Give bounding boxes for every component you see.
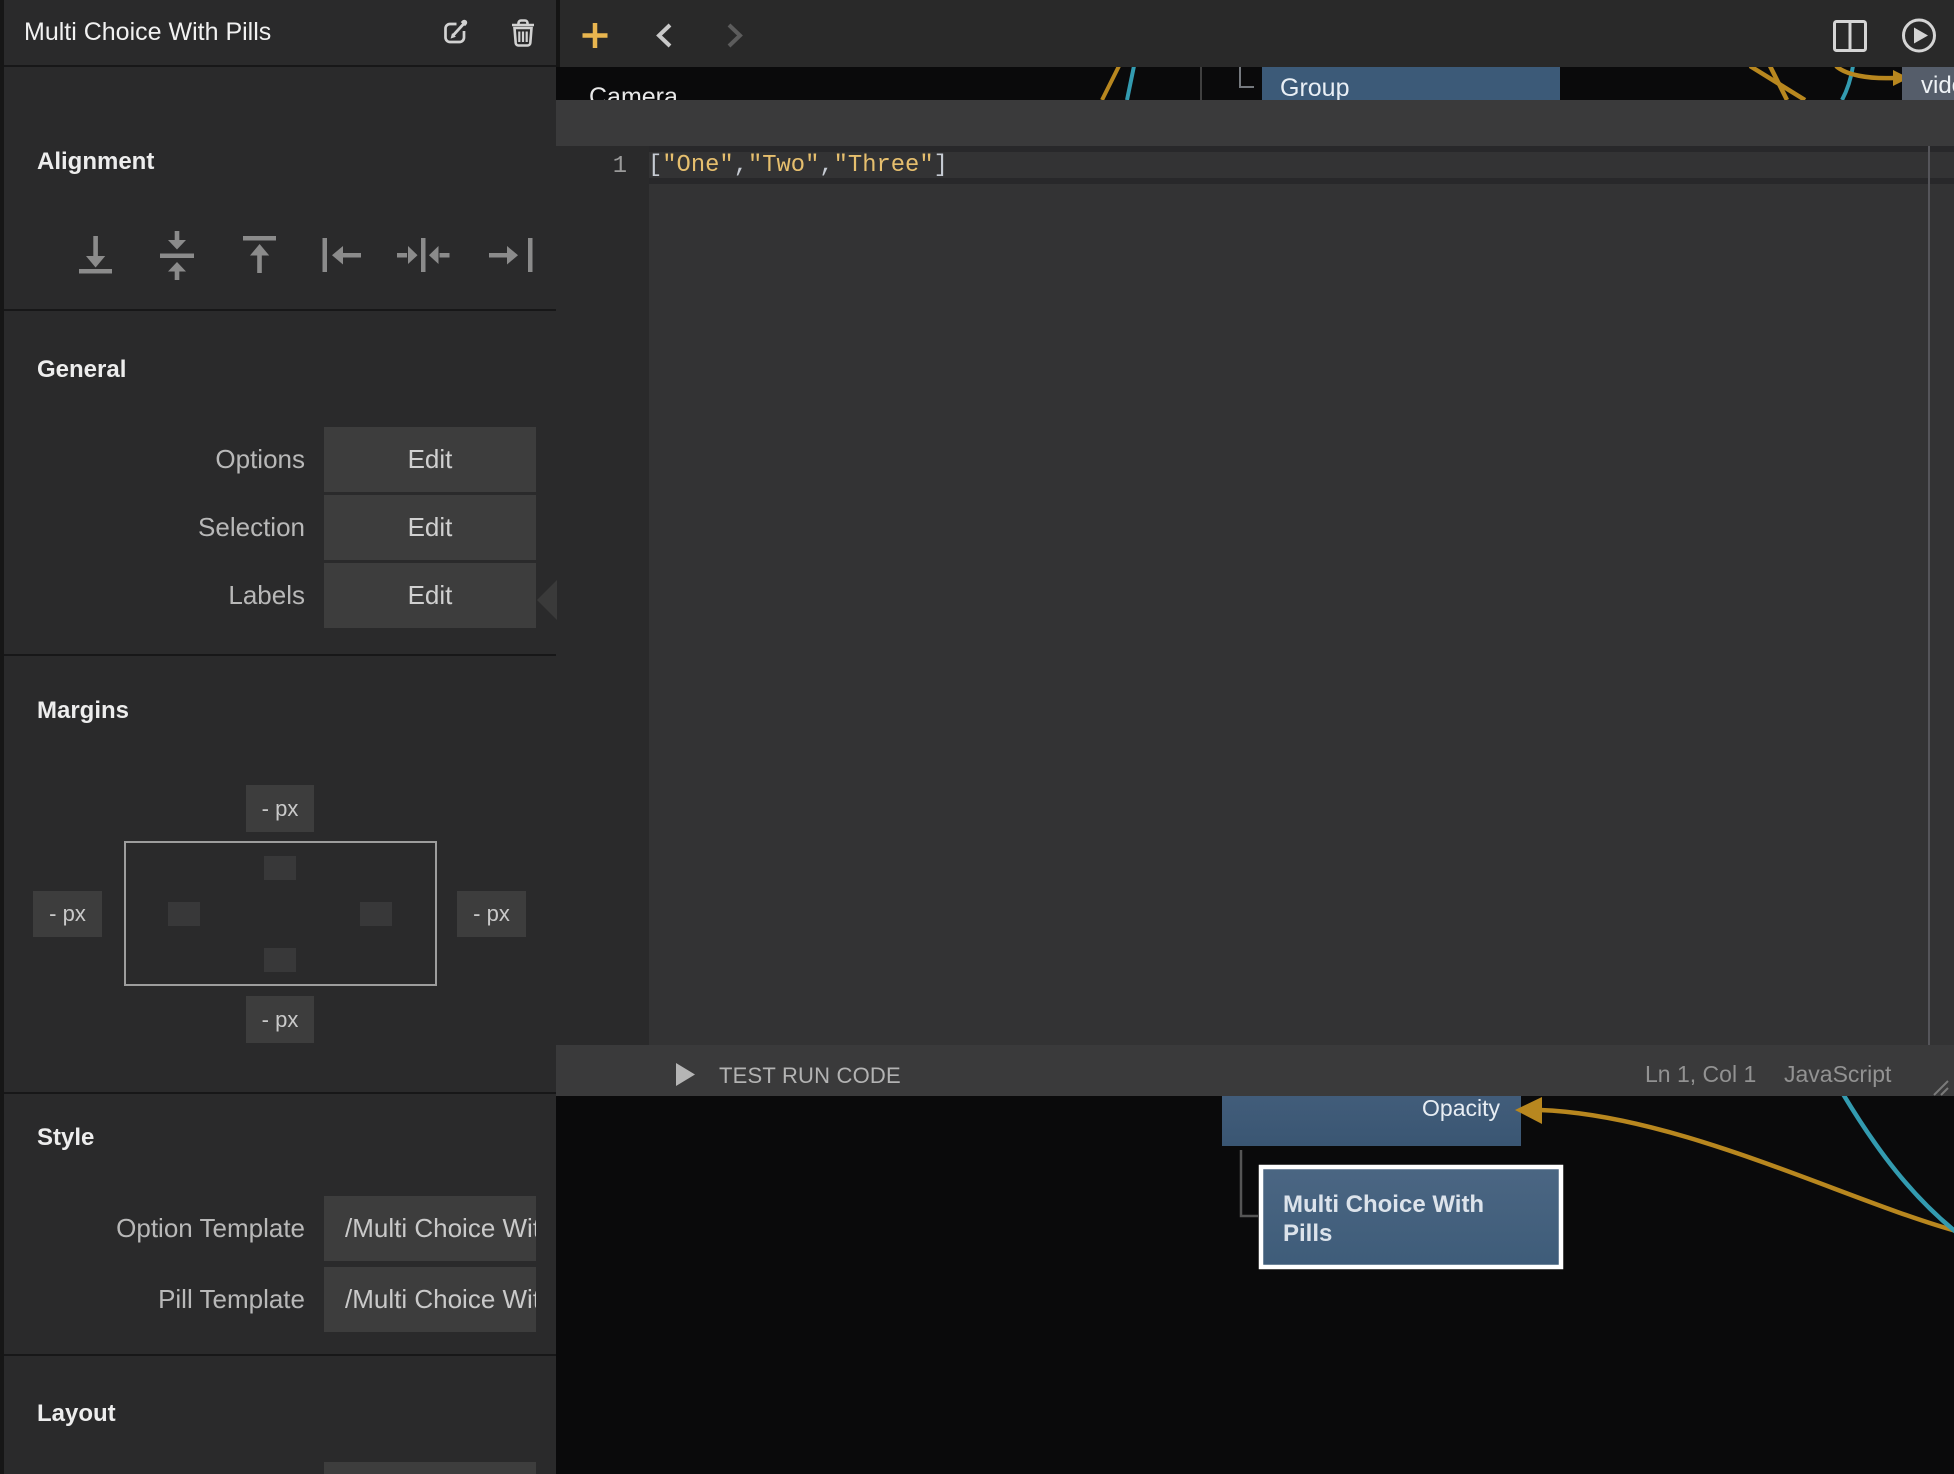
svg-text:Opacity: Opacity (1422, 1095, 1500, 1121)
svg-text:Pills: Pills (1283, 1220, 1332, 1247)
svg-text:Multi Choice With: Multi Choice With (1283, 1191, 1484, 1218)
svg-text:video: video (1921, 72, 1954, 99)
svg-text:Group: Group (1280, 74, 1349, 102)
